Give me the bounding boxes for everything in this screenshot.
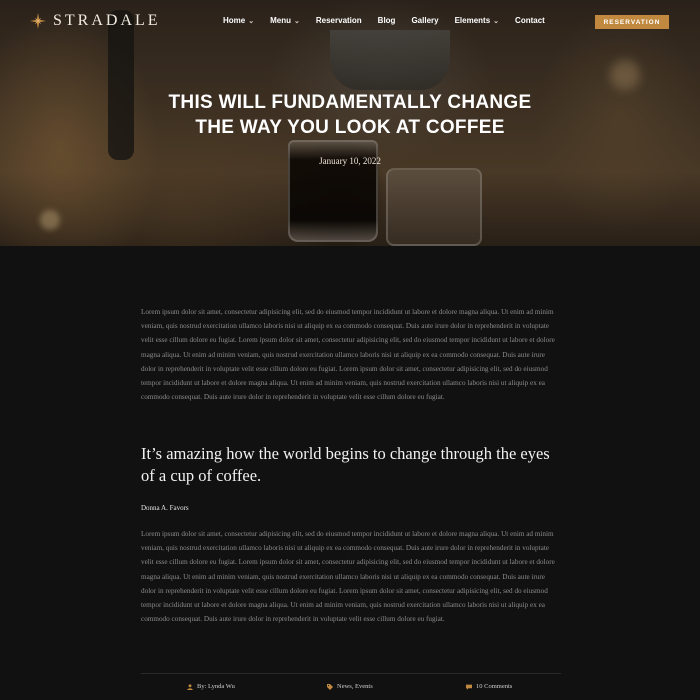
chevron-down-icon: ⌄ (294, 17, 300, 25)
nav-item-home[interactable]: Home ⌄ (223, 16, 254, 25)
top-navigation: STRADALE Home ⌄ Menu ⌄ Reservation Blog … (0, 0, 700, 44)
nav-item-label: Gallery (411, 16, 439, 25)
post-date: January 10, 2022 (319, 156, 381, 166)
post-categories-label: News, Events (337, 683, 373, 690)
nav-item-label: Contact (515, 16, 545, 25)
post-author-label: By: Lynda Wu (197, 683, 235, 690)
nav-item-contact[interactable]: Contact (515, 16, 545, 25)
site-logo[interactable]: STRADALE (30, 12, 161, 30)
nav-item-reservation[interactable]: Reservation (316, 16, 362, 25)
quote-author: Donna A. Favors (141, 504, 189, 512)
nav-item-menu[interactable]: Menu ⌄ (270, 16, 300, 25)
article-paragraph: Lorem ipsum dolor sit amet, consectetur … (141, 530, 555, 624)
main-menu: Home ⌄ Menu ⌄ Reservation Blog Gallery E… (223, 16, 561, 25)
quote-text: It’s amazing how the world begins to cha… (141, 444, 550, 485)
nav-item-blog[interactable]: Blog (378, 16, 396, 25)
nav-item-elements[interactable]: Elements ⌄ (455, 16, 499, 25)
user-icon (187, 683, 193, 690)
meta-divider (141, 673, 561, 674)
post-categories[interactable]: News, Events (327, 683, 373, 690)
article-paragraph: Lorem ipsum dolor sit amet, consectetur … (141, 308, 555, 402)
post-comments-label: 10 Comments (476, 683, 513, 690)
post-comments[interactable]: 10 Comments (466, 683, 512, 690)
brand-name: STRADALE (53, 12, 161, 29)
article-body-continued: Lorem ipsum dolor sit amet, consectetur … (141, 527, 561, 626)
chevron-down-icon: ⌄ (493, 17, 500, 25)
chevron-down-icon: ⌄ (248, 17, 255, 25)
tag-icon (327, 683, 333, 690)
article-body: Lorem ipsum dolor sit amet, consectetur … (141, 305, 561, 404)
nav-item-label: Home (223, 16, 246, 25)
post-author[interactable]: By: Lynda Wu (187, 683, 235, 690)
page-title-line: THE WAY YOU LOOK AT COFFEE (195, 117, 505, 138)
blockquote: It’s amazing how the world begins to cha… (141, 443, 561, 487)
nav-item-label: Menu (270, 16, 291, 25)
page-title: THIS WILL FUNDAMENTALLY CHANGE THE WAY Y… (100, 90, 600, 140)
nav-item-label: Blog (377, 16, 396, 25)
nav-item-gallery[interactable]: Gallery (411, 16, 438, 25)
page-title-line: THIS WILL FUNDAMENTALLY CHANGE (168, 92, 532, 113)
nav-item-label: Elements (454, 16, 491, 25)
reservation-button[interactable]: RESERVATION (595, 15, 669, 29)
nav-item-label: Reservation (315, 16, 362, 25)
star-logo-icon (30, 13, 46, 29)
comment-icon (466, 684, 472, 690)
